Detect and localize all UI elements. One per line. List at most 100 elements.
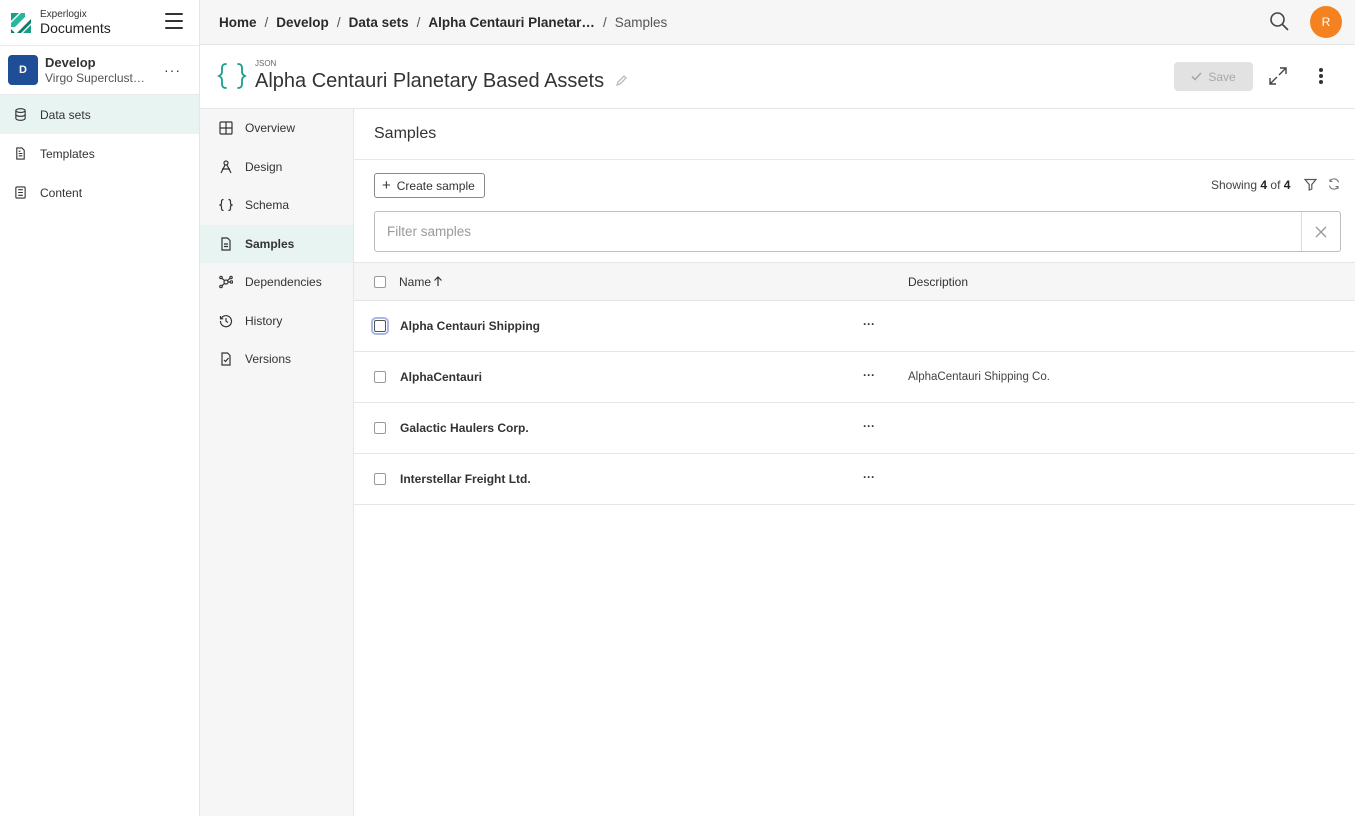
breadcrumb-separator: / xyxy=(336,14,341,30)
breadcrumb: Home / Develop / Data sets / Alpha Centa… xyxy=(200,15,667,30)
breadcrumb-separator: / xyxy=(416,14,421,30)
breadcrumb-separator: / xyxy=(602,14,607,30)
check-icon xyxy=(1191,72,1202,81)
plus-icon: + xyxy=(382,177,391,194)
search-icon[interactable] xyxy=(1269,11,1289,31)
save-label: Save xyxy=(1208,69,1236,84)
brand: Experlogix Documents xyxy=(0,0,199,45)
subnav-item-versions[interactable]: Versions xyxy=(200,340,353,379)
column-header-name[interactable]: Name xyxy=(399,275,443,289)
file-icon xyxy=(221,237,231,251)
breadcrumb-dataset[interactable]: Alpha Centauri Planetar… xyxy=(428,15,595,30)
refresh-icon[interactable] xyxy=(1328,178,1340,190)
subnav-item-label: Schema xyxy=(245,198,290,213)
row-more-icon[interactable]: ··· xyxy=(863,368,875,382)
row-checkbox[interactable] xyxy=(374,473,386,485)
sample-description: AlphaCentauri Shipping Co. xyxy=(908,371,1050,383)
table-row[interactable]: Interstellar Freight Ltd. ··· xyxy=(354,454,1355,505)
row-checkbox[interactable] xyxy=(374,371,386,383)
brand-bottom-text: Documents xyxy=(40,20,111,36)
subnav-item-label: Versions xyxy=(245,352,292,367)
sample-name[interactable]: Galactic Haulers Corp. xyxy=(400,421,529,435)
section-title: Samples xyxy=(354,109,1355,160)
expand-icon[interactable] xyxy=(1268,66,1288,86)
grid-icon xyxy=(219,121,233,135)
network-icon xyxy=(219,275,233,289)
dataset-subnav: Overview Design Schema Samples Dependenc… xyxy=(200,109,354,816)
result-count-shown: 4 xyxy=(1260,178,1268,192)
subnav-item-label: Design xyxy=(245,159,283,174)
json-badge: JSON xyxy=(255,59,277,68)
column-name-label: Name xyxy=(399,274,432,289)
breadcrumb-home[interactable]: Home xyxy=(219,15,257,30)
table-row[interactable]: AlphaCentauri ··· AlphaCentauri Shipping… xyxy=(354,352,1355,403)
row-more-icon[interactable]: ··· xyxy=(863,419,875,433)
table-row[interactable]: Galactic Haulers Corp. ··· xyxy=(354,403,1355,454)
breadcrumb-data-sets[interactable]: Data sets xyxy=(349,15,409,30)
brand-top-text: Experlogix xyxy=(40,9,87,20)
result-count-prefix: Showing xyxy=(1211,178,1258,192)
pencil-icon[interactable] xyxy=(615,75,627,87)
subnav-item-label: Dependencies xyxy=(245,275,322,290)
filter-icon[interactable] xyxy=(1304,178,1317,191)
subnav-item-overview[interactable]: Overview xyxy=(200,109,353,148)
sidebar-item-content[interactable]: Content xyxy=(0,173,199,212)
create-sample-button[interactable]: + Create sample xyxy=(374,173,485,198)
subnav-item-samples[interactable]: Samples xyxy=(200,224,353,263)
workspace-avatar: D xyxy=(8,55,38,85)
result-count: Showing 4 of 4 xyxy=(1211,178,1290,192)
result-count-total: 4 xyxy=(1283,178,1291,192)
subnav-item-label: Samples xyxy=(245,236,295,251)
document-icon xyxy=(16,147,25,160)
breadcrumb-separator: / xyxy=(264,14,269,30)
result-count-of: of xyxy=(1270,178,1281,192)
workspace-more-icon[interactable]: ··· xyxy=(164,62,181,78)
sidebar-item-label: Content xyxy=(40,185,83,200)
experlogix-logo-icon xyxy=(11,12,31,33)
table-row[interactable]: Alpha Centauri Shipping ··· xyxy=(354,301,1355,352)
user-avatar[interactable]: R xyxy=(1310,6,1342,38)
create-sample-label: Create sample xyxy=(396,178,475,193)
subnav-item-label: Overview xyxy=(245,121,296,136)
sidebar-item-label: Data sets xyxy=(40,107,91,122)
top-bar: Home / Develop / Data sets / Alpha Centa… xyxy=(200,0,1355,45)
subnav-item-dependencies[interactable]: Dependencies xyxy=(200,263,353,302)
database-icon xyxy=(15,108,26,121)
hamburger-menu-icon[interactable] xyxy=(165,13,183,29)
sample-name[interactable]: Alpha Centauri Shipping xyxy=(400,319,540,333)
subnav-item-schema[interactable]: Schema xyxy=(200,186,353,225)
breadcrumb-develop[interactable]: Develop xyxy=(276,15,329,30)
sidebar-item-templates[interactable]: Templates xyxy=(0,134,199,173)
sort-ascending-icon xyxy=(434,276,442,286)
subnav-item-history[interactable]: History xyxy=(200,302,353,341)
row-more-icon[interactable]: ··· xyxy=(863,470,875,484)
sample-name[interactable]: AlphaCentauri xyxy=(400,370,482,384)
page-header: JSON Alpha Centauri Planetary Based Asse… xyxy=(200,45,1355,109)
subnav-item-design[interactable]: Design xyxy=(200,148,353,187)
braces-icon xyxy=(219,199,233,212)
brand-text: Experlogix Documents xyxy=(40,9,111,36)
workspace-subtitle: Virgo Superclust… xyxy=(45,71,145,85)
breadcrumb-current: Samples xyxy=(614,14,668,30)
subnav-item-label: History xyxy=(245,313,283,328)
workspace-switcher[interactable]: D Develop Virgo Superclust… ··· xyxy=(0,45,199,95)
more-options-icon[interactable] xyxy=(1316,66,1326,86)
sidebar-item-data-sets[interactable]: Data sets xyxy=(0,95,199,134)
row-checkbox[interactable] xyxy=(374,422,386,434)
sidebar-item-label: Templates xyxy=(40,146,95,161)
table-header: Name Description xyxy=(354,262,1355,301)
design-icon xyxy=(220,160,232,174)
save-button[interactable]: Save xyxy=(1174,62,1253,91)
close-icon xyxy=(1315,226,1327,237)
page-title: Alpha Centauri Planetary Based Assets xyxy=(255,70,605,92)
json-braces-icon xyxy=(217,63,247,89)
select-all-checkbox[interactable] xyxy=(374,275,386,288)
filter-samples-input[interactable] xyxy=(375,212,1301,251)
samples-table: Name Description Alpha Centauri Shipping… xyxy=(354,262,1355,505)
row-checkbox[interactable] xyxy=(371,317,389,335)
sample-name[interactable]: Interstellar Freight Ltd. xyxy=(400,472,531,486)
clear-filter-button[interactable] xyxy=(1301,212,1340,251)
filter-samples-field xyxy=(374,211,1341,252)
row-more-icon[interactable]: ··· xyxy=(863,317,875,331)
content-icon xyxy=(15,186,26,199)
